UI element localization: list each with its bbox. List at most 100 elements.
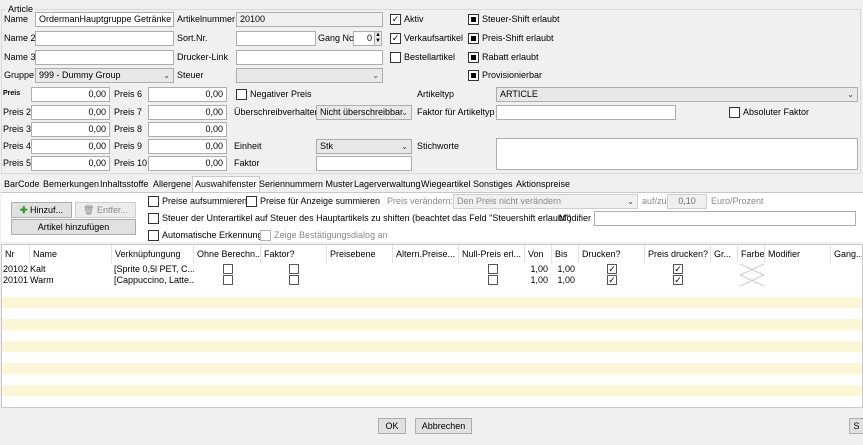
preis8-input[interactable]: 0,00: [148, 122, 227, 137]
tab-inhaltsstoffe[interactable]: Inhaltsstoffe: [98, 177, 150, 192]
modifier-input[interactable]: [594, 211, 856, 226]
negativer-preis-label: Negativer Preis: [250, 89, 312, 99]
tab-allergene[interactable]: Allergene: [151, 177, 193, 192]
aufzu-input[interactable]: 0,10: [667, 194, 707, 209]
aufzu-label: auf/zu: [642, 196, 667, 206]
gangno-input[interactable]: 0: [353, 31, 375, 46]
null-preis-checkbox[interactable]: [488, 275, 498, 285]
einheit-select[interactable]: Stk ⌄: [316, 139, 412, 154]
preis-veraendern-select[interactable]: Den Preis nicht verändern ⌄: [453, 194, 638, 209]
column-header-preisebene[interactable]: Preisebene: [327, 245, 393, 263]
faktor-checkbox[interactable]: [289, 275, 299, 285]
gangno-spinner[interactable]: ▲ ▼: [374, 31, 382, 46]
automatische-erkennung-checkbox[interactable]: [148, 230, 159, 241]
ok-button[interactable]: OK: [378, 418, 406, 434]
entfernen-button[interactable]: 🗑 Entfer...: [75, 202, 136, 218]
tab-barcode[interactable]: BarCode: [2, 177, 42, 192]
name-input[interactable]: OrdermanHauptgruppe Getränke: [35, 12, 174, 27]
tab-auswahlfenster[interactable]: Auswahlfenster: [192, 176, 260, 193]
cell-bis: 1,00: [557, 264, 575, 274]
artikeltyp-select[interactable]: ARTICLE ⌄: [496, 87, 858, 102]
gruppe-select[interactable]: 999 - Dummy Group ⌄: [35, 68, 174, 83]
drucken-checkbox[interactable]: ✓: [607, 264, 617, 274]
verkaufsartikel-checkbox[interactable]: ✓: [390, 33, 401, 44]
drucken-checkbox[interactable]: ✓: [607, 275, 617, 285]
tab-lagerverwaltung[interactable]: Lagerverwaltung: [352, 177, 423, 192]
ueberschreibverhalten-select[interactable]: Nicht überschreibbar ⌄: [316, 105, 412, 120]
column-header-von[interactable]: Von: [525, 245, 552, 263]
column-header-farbe[interactable]: Farbe: [738, 245, 765, 263]
steuer-shift-label: Steuer-Shift erlaubt: [482, 14, 560, 24]
tab-seriennummern-muster[interactable]: Seriennummern Muster: [257, 177, 355, 192]
steuer-select[interactable]: ⌄: [236, 68, 383, 83]
artikelnummer-input[interactable]: 20100: [236, 12, 383, 27]
name2-input[interactable]: [35, 31, 174, 46]
column-header-altern-preise[interactable]: Altern.Preise...: [393, 245, 459, 263]
column-header-bis[interactable]: Bis: [552, 245, 579, 263]
steuer-unterartikel-checkbox[interactable]: [148, 213, 159, 224]
ohne-berechnung-checkbox[interactable]: [223, 275, 233, 285]
column-header-null-preis[interactable]: Null-Preis erl...: [459, 245, 525, 263]
preis-drucken-checkbox[interactable]: ✓: [673, 264, 683, 274]
column-header-drucken[interactable]: Drucken?: [579, 245, 645, 263]
table-row[interactable]: 20101 Warm [Cappuccino, Latte... 1,00 1,…: [2, 275, 862, 286]
preis7-input[interactable]: 0,00: [148, 105, 227, 120]
faktor-fuer-artikeltyp-input[interactable]: [496, 105, 676, 120]
column-header-nr[interactable]: Nr: [2, 245, 30, 263]
ohne-berechnung-checkbox[interactable]: [223, 264, 233, 274]
tab-bemerkungen[interactable]: Bemerkungen: [41, 177, 101, 192]
farbe-cell[interactable]: [740, 264, 764, 275]
extra-button[interactable]: S: [849, 418, 863, 434]
cell-bis: 1,00: [557, 275, 575, 285]
hinzufuegen-label: Hinzuf...: [30, 205, 64, 215]
tab-wiegeartikel[interactable]: Wiegeartikel: [419, 177, 473, 192]
abbrechen-button[interactable]: Abbrechen: [415, 418, 472, 434]
column-header-name[interactable]: Name: [30, 245, 112, 263]
preis-drucken-checkbox[interactable]: ✓: [673, 275, 683, 285]
preis-input[interactable]: 0,00: [31, 87, 110, 102]
column-header-preis-drucken[interactable]: Preis drucken?: [645, 245, 711, 263]
preise-aufsummieren-checkbox[interactable]: [148, 196, 159, 207]
column-header-ohne-berechnung[interactable]: Ohne Berechn...: [194, 245, 261, 263]
column-header-gang[interactable]: Gang...: [831, 245, 862, 263]
bestellartikel-checkbox[interactable]: [390, 52, 401, 63]
zeige-bestaetigung-checkbox[interactable]: [260, 230, 271, 241]
sortnr-input[interactable]: [236, 31, 316, 46]
chevron-down-icon: ⌄: [163, 71, 170, 80]
column-header-gr[interactable]: Gr...: [711, 245, 738, 263]
aktiv-checkbox[interactable]: ✓: [390, 14, 401, 25]
absoluter-faktor-checkbox[interactable]: [729, 107, 740, 118]
steuer-shift-checkbox[interactable]: [468, 14, 479, 25]
preis10-input[interactable]: 0,00: [148, 156, 227, 171]
preis6-input[interactable]: 0,00: [148, 87, 227, 102]
rabatt-checkbox[interactable]: [468, 52, 479, 63]
preis9-input[interactable]: 0,00: [148, 139, 227, 154]
null-preis-checkbox[interactable]: [488, 264, 498, 274]
hinzufuegen-button[interactable]: ✚ Hinzuf...: [11, 202, 72, 218]
faktor-checkbox[interactable]: [289, 264, 299, 274]
preis5-input[interactable]: 0,00: [31, 156, 110, 171]
stichworte-textarea[interactable]: [496, 138, 858, 170]
druckerlink-label: Drucker-Link: [177, 52, 229, 62]
faktor-input[interactable]: [316, 156, 412, 171]
preis-shift-checkbox[interactable]: [468, 33, 479, 44]
preis7-label: Preis 7: [114, 107, 143, 117]
preis4-input[interactable]: 0,00: [31, 139, 110, 154]
column-header-modifier[interactable]: Modifier: [765, 245, 831, 263]
column-header-verknuepfung[interactable]: Verknüpfungung: [112, 245, 194, 263]
chevron-down-icon: ⌄: [401, 142, 408, 151]
preis3-input[interactable]: 0,00: [31, 122, 110, 137]
tab-aktionspreise[interactable]: Aktionspreise: [514, 177, 572, 192]
table-row[interactable]: 20102 Kalt [Sprite 0,5l PET, C... 1,00 1…: [2, 264, 862, 275]
druckerlink-input[interactable]: [236, 50, 383, 65]
preise-fuer-anzeige-checkbox[interactable]: [246, 196, 257, 207]
plus-icon: ✚: [19, 205, 28, 215]
provisionierbar-checkbox[interactable]: [468, 70, 479, 81]
name3-input[interactable]: [35, 50, 174, 65]
negativer-preis-checkbox[interactable]: [236, 89, 247, 100]
column-header-faktor[interactable]: Faktor?: [261, 245, 327, 263]
farbe-cell[interactable]: [740, 275, 764, 286]
preis2-input[interactable]: 0,00: [31, 105, 110, 120]
artikel-hinzufuegen-button[interactable]: Artikel hinzufügen: [11, 219, 136, 235]
tab-sonstiges[interactable]: Sonstiges: [471, 177, 515, 192]
